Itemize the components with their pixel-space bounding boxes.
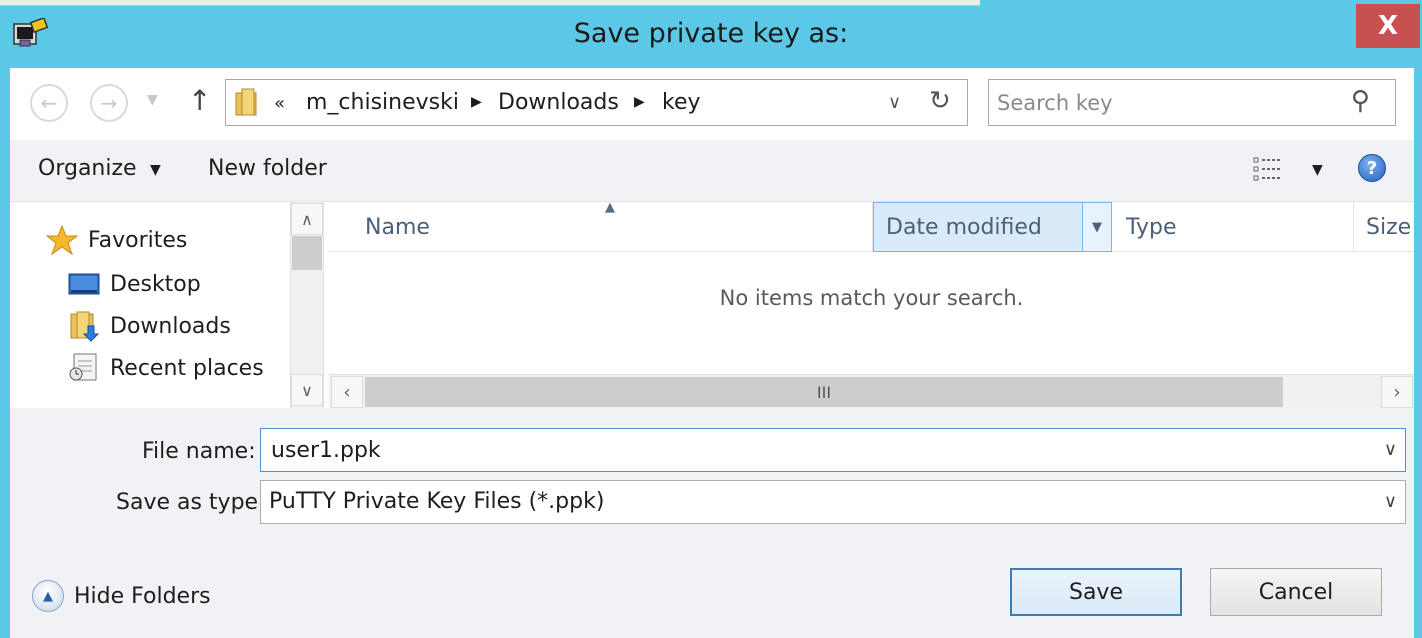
chevron-down-icon[interactable]: ∨ bbox=[1384, 491, 1397, 512]
navigation-bar: ← → ▼ ↑ « m_chisinevski ▶ Downloads ▶ ke… bbox=[10, 68, 1414, 140]
scroll-thumb[interactable] bbox=[292, 236, 322, 270]
chevron-down-icon[interactable]: ∨ bbox=[1384, 439, 1397, 460]
forward-arrow-icon: → bbox=[100, 91, 118, 115]
column-header-name[interactable]: Name bbox=[329, 202, 873, 252]
file-list-horizontal-scrollbar[interactable]: ‹ III › bbox=[329, 374, 1414, 408]
back-button[interactable]: ← bbox=[30, 84, 68, 122]
file-name-input[interactable] bbox=[271, 435, 1371, 465]
recent-locations-dropdown[interactable]: ▼ bbox=[147, 92, 158, 108]
scroll-right-icon[interactable]: › bbox=[1381, 376, 1413, 408]
organize-menu[interactable]: Organize bbox=[38, 156, 137, 181]
breadcrumb-separator-icon[interactable]: ▶ bbox=[471, 94, 482, 110]
up-arrow-icon: ↑ bbox=[188, 84, 212, 117]
sidebar-item-downloads[interactable]: Downloads bbox=[68, 310, 231, 342]
sidebar-item-label: Recent places bbox=[110, 355, 264, 381]
up-button[interactable]: ↑ bbox=[188, 84, 211, 117]
refresh-icon[interactable]: ↻ bbox=[929, 86, 951, 116]
file-name-combobox[interactable]: ∨ bbox=[260, 428, 1406, 472]
column-header-date-modified[interactable]: Date modified bbox=[873, 202, 1083, 252]
desktop-icon bbox=[68, 273, 100, 295]
sidebar-item-favorites[interactable]: Favorites bbox=[46, 224, 187, 256]
save-as-type-select[interactable]: PuTTY Private Key Files (*.ppk) ∨ bbox=[260, 480, 1406, 524]
back-arrow-icon: ← bbox=[40, 91, 58, 115]
breadcrumb-separator-icon[interactable]: ▶ bbox=[634, 94, 645, 110]
close-button[interactable]: X bbox=[1356, 4, 1420, 48]
file-list: Name ▲ Date modified ▼ Type Size No item… bbox=[329, 200, 1414, 408]
sidebar-item-label: Downloads bbox=[110, 313, 231, 339]
column-header-type[interactable]: Type bbox=[1114, 202, 1354, 252]
empty-list-message: No items match your search. bbox=[719, 286, 1024, 310]
navigation-pane-scrollbar[interactable]: ∧ ∨ bbox=[290, 202, 324, 408]
forward-button[interactable]: → bbox=[90, 84, 128, 122]
sidebar-item-recent-places[interactable]: Recent places bbox=[68, 352, 264, 384]
search-input[interactable] bbox=[997, 88, 1337, 118]
scroll-left-icon[interactable]: ‹ bbox=[331, 376, 363, 408]
column-filter-dropdown[interactable]: ▼ bbox=[1082, 202, 1112, 252]
caret-down-icon[interactable]: ▼ bbox=[150, 162, 161, 178]
command-toolbar: Organize ▼ New folder ▼ ? bbox=[10, 140, 1414, 202]
help-button[interactable]: ? bbox=[1358, 154, 1386, 182]
save-as-type-label: Save as type: bbox=[116, 490, 266, 515]
view-options-dropdown[interactable]: ▼ bbox=[1312, 162, 1323, 178]
cancel-button[interactable]: Cancel bbox=[1210, 568, 1382, 616]
scroll-up-icon[interactable]: ∧ bbox=[291, 203, 323, 235]
close-icon: X bbox=[1377, 11, 1399, 41]
sidebar-item-desktop[interactable]: Desktop bbox=[68, 268, 201, 300]
scroll-thumb[interactable]: III bbox=[365, 377, 1283, 407]
save-as-type-value: PuTTY Private Key Files (*.ppk) bbox=[269, 489, 605, 514]
chevron-down-icon: ▼ bbox=[147, 92, 158, 108]
sidebar-item-label: Desktop bbox=[110, 271, 201, 297]
breadcrumb-item[interactable]: Downloads bbox=[498, 90, 619, 115]
file-name-label: File name: bbox=[142, 439, 256, 464]
background-window-strip bbox=[0, 0, 980, 6]
scroll-grip-icon: III bbox=[816, 382, 832, 402]
folder-icon bbox=[235, 88, 257, 116]
recent-places-icon bbox=[69, 353, 97, 381]
save-form-area: File name: ∨ Save as type: PuTTY Private… bbox=[10, 408, 1414, 638]
hide-folders-label: Hide Folders bbox=[74, 583, 211, 609]
title-bar: Save private key as: X bbox=[0, 0, 1422, 68]
star-icon bbox=[46, 224, 78, 256]
address-bar[interactable]: « m_chisinevski ▶ Downloads ▶ key ∨ ↻ bbox=[225, 79, 968, 126]
navigation-pane: Favorites Desktop Downloads Recent place… bbox=[10, 202, 290, 408]
breadcrumb-overflow[interactable]: « bbox=[274, 93, 285, 114]
sidebar-item-label: Favorites bbox=[88, 227, 188, 253]
chevron-down-icon: ▼ bbox=[1092, 219, 1102, 235]
new-folder-button[interactable]: New folder bbox=[208, 156, 327, 181]
help-icon: ? bbox=[1366, 157, 1378, 179]
column-header-row: Name ▲ Date modified ▼ Type Size bbox=[329, 200, 1414, 252]
scroll-down-icon[interactable]: ∨ bbox=[291, 374, 323, 406]
save-button[interactable]: Save bbox=[1010, 568, 1182, 616]
search-icon[interactable]: ⚲ bbox=[1351, 86, 1370, 116]
breadcrumb-item[interactable]: m_chisinevski bbox=[306, 90, 459, 115]
search-box[interactable]: ⚲ bbox=[988, 79, 1396, 126]
window-frame-right bbox=[1414, 68, 1422, 638]
window-frame-left bbox=[0, 68, 10, 638]
window-title: Save private key as: bbox=[573, 18, 849, 49]
sort-ascending-icon: ▲ bbox=[605, 200, 615, 215]
address-history-dropdown[interactable]: ∨ bbox=[888, 92, 901, 113]
breadcrumb-item[interactable]: key bbox=[662, 90, 701, 115]
downloads-folder-icon bbox=[70, 311, 100, 342]
hide-folders-toggle[interactable]: ▲ Hide Folders bbox=[32, 580, 211, 612]
column-header-size[interactable]: Size bbox=[1354, 202, 1414, 252]
view-details-icon[interactable] bbox=[1252, 155, 1284, 183]
collapse-up-icon: ▲ bbox=[32, 580, 64, 612]
